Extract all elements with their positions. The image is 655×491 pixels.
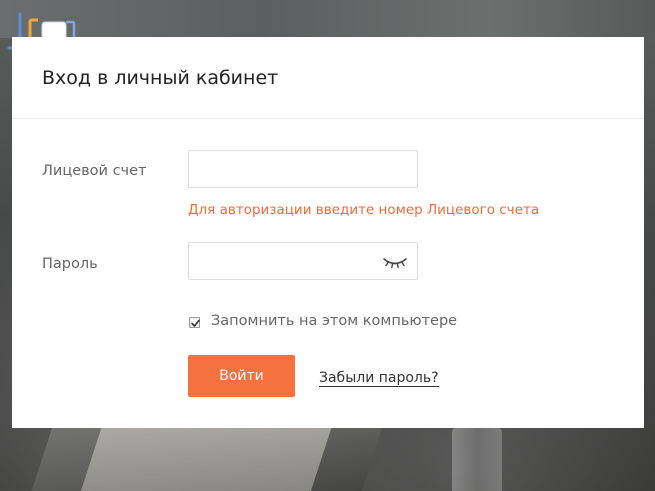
password-label: Пароль [42,256,98,272]
account-field[interactable] [188,150,418,188]
password-field[interactable] [188,242,418,280]
forgot-password-link[interactable]: Забыли пароль? [319,370,439,387]
login-button[interactable]: Войти [188,355,295,397]
remember-label[interactable]: Запомнить на этом компьютере [211,313,457,329]
background-glass [452,428,502,491]
account-label: Лицевой счет [42,163,147,179]
card-header: Вход в личный кабинет [12,37,644,119]
background-top [0,0,655,38]
account-hint: Для авторизации введите номер Лицевого с… [188,202,540,218]
account-input[interactable] [189,151,417,187]
login-card: Вход в личный кабинет Лицевой счет Для а… [12,37,644,428]
eye-closed-icon[interactable] [382,254,408,270]
remember-checkbox[interactable] [189,317,200,328]
check-icon [191,319,200,327]
background-laptop-screen [78,428,332,491]
page-title: Вход в личный кабинет [42,67,279,89]
